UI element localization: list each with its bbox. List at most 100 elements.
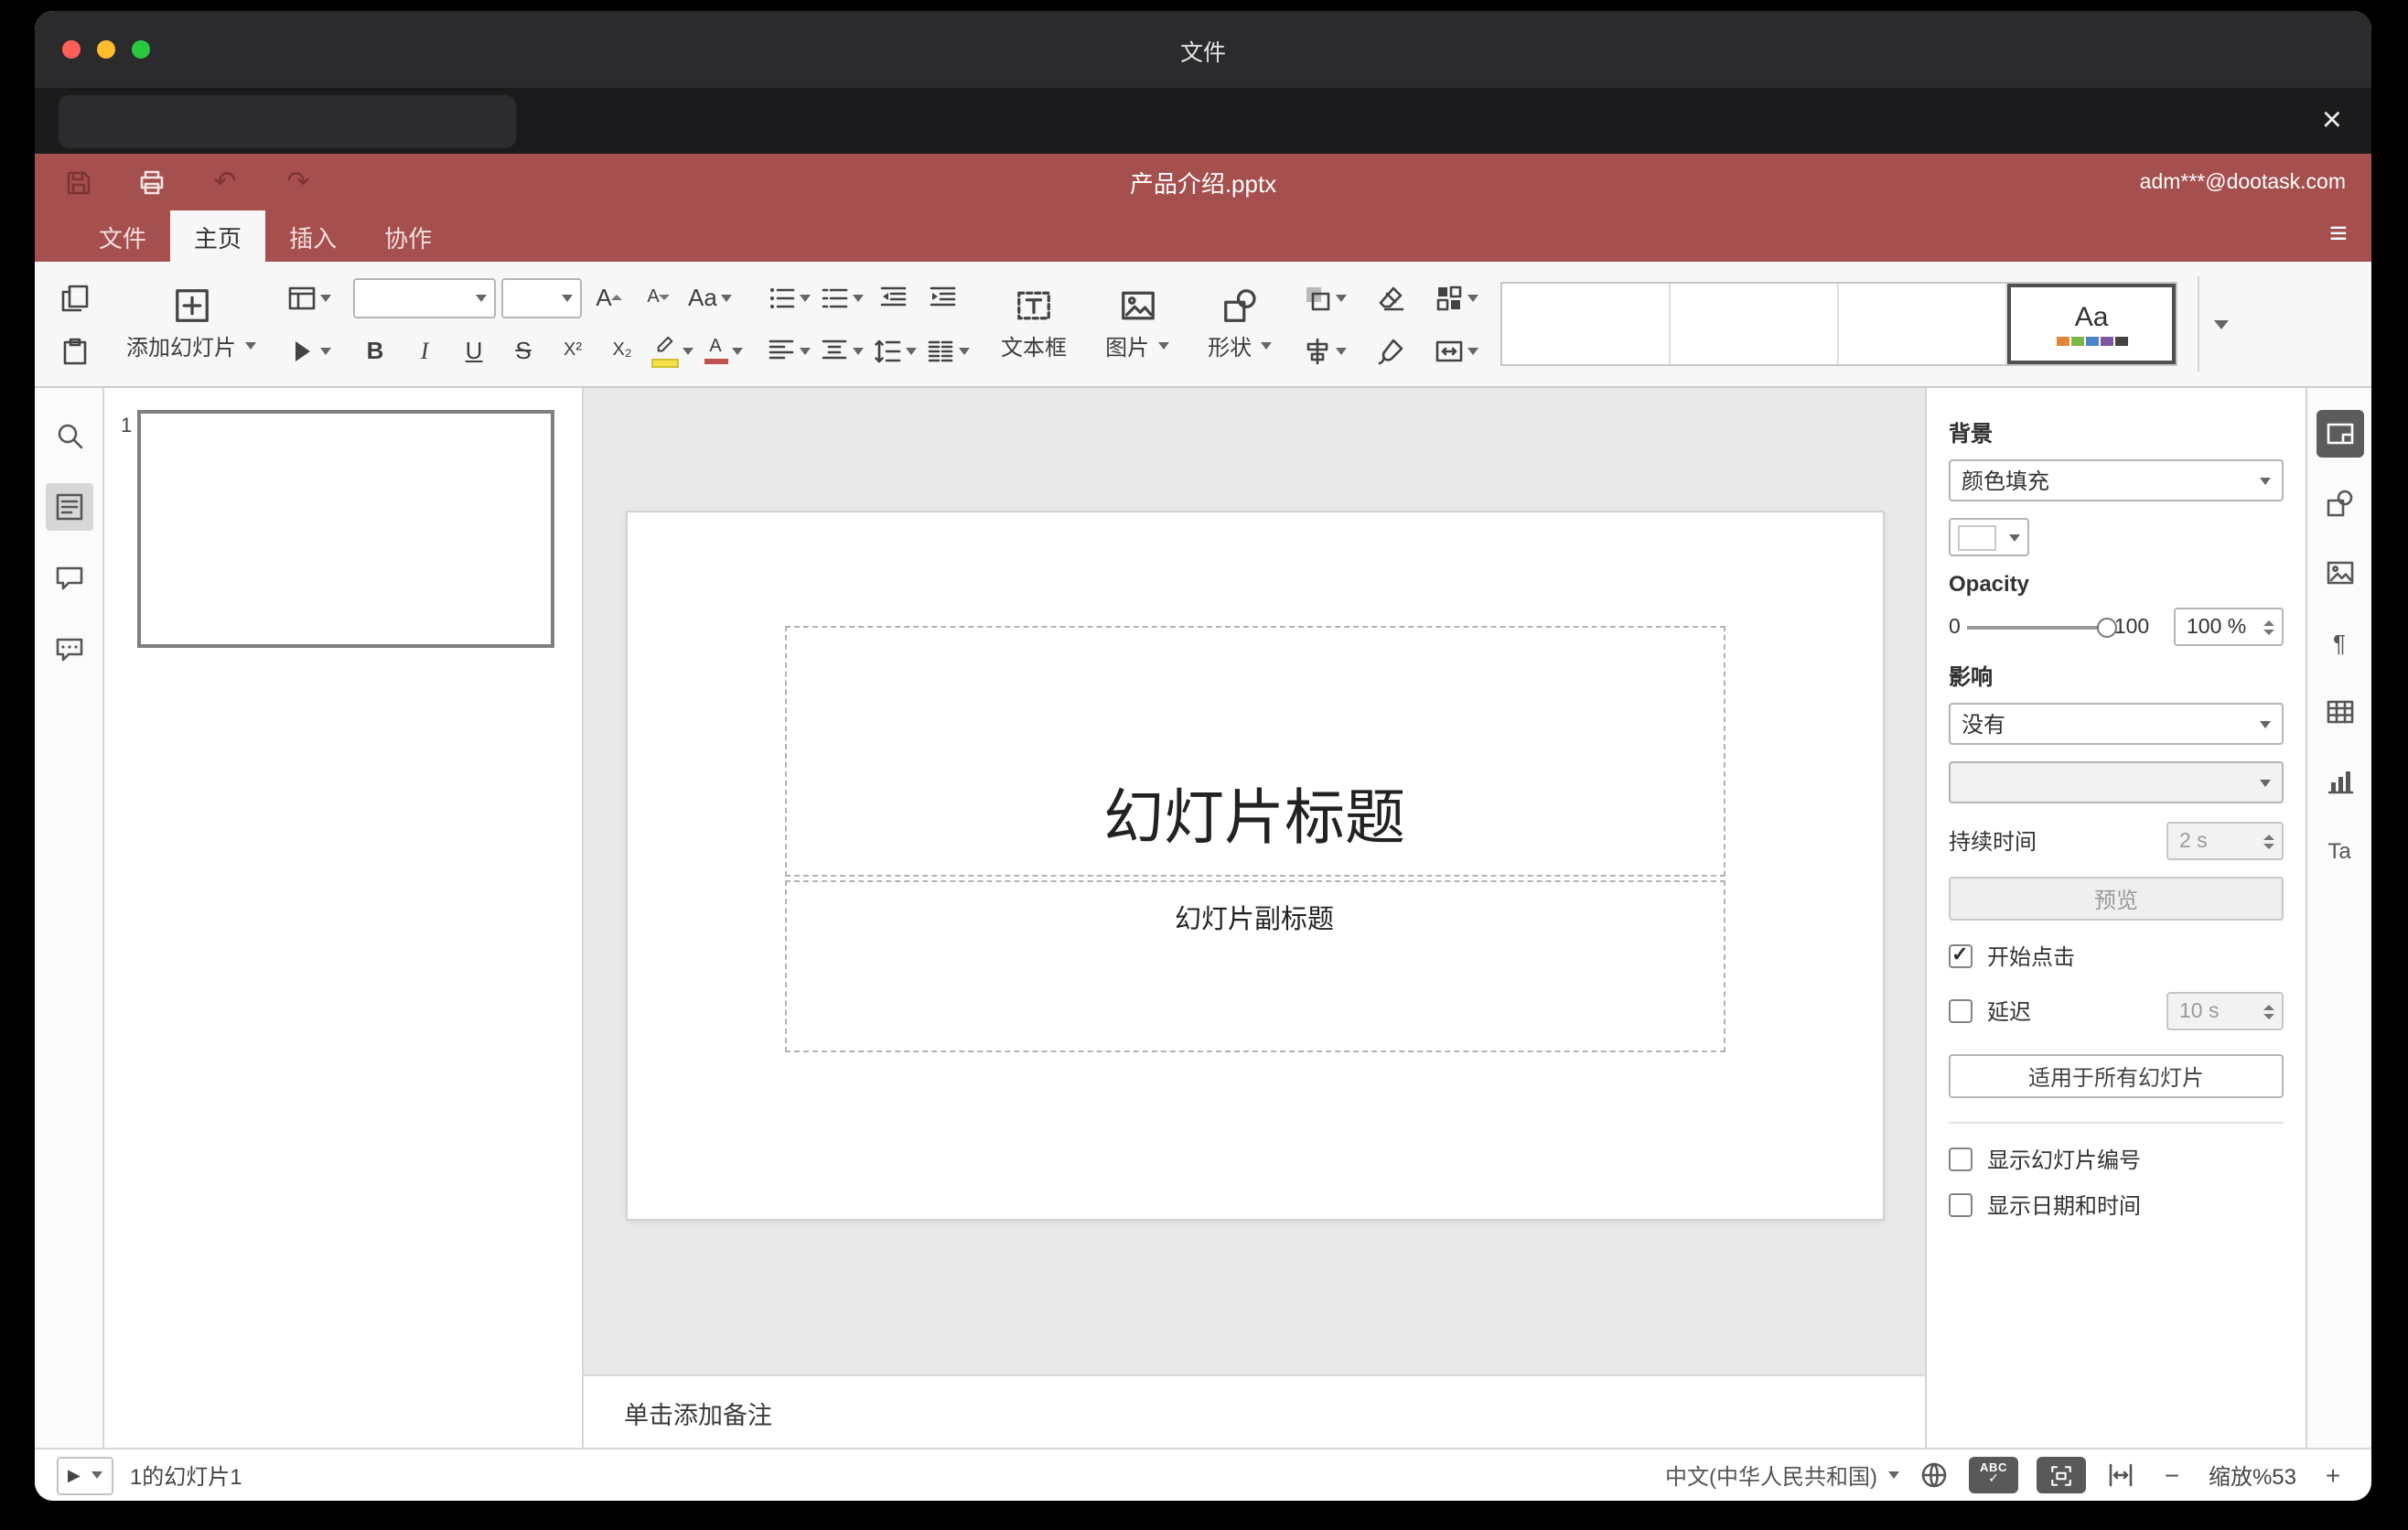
spinner-arrows[interactable] [2263, 620, 2274, 634]
effect-section-label: 影响 [1949, 664, 1994, 690]
fullscreen-window-button[interactable] [132, 40, 150, 59]
comments-button[interactable] [45, 555, 92, 602]
menu-icon[interactable]: ≡ [2329, 218, 2348, 249]
save-button[interactable] [60, 164, 97, 200]
tab-file[interactable]: 文件 [75, 210, 170, 262]
decrease-indent-button[interactable] [871, 276, 915, 318]
chat-button[interactable] [45, 626, 92, 673]
highlight-color-button[interactable] [650, 329, 695, 372]
paragraph-settings-button[interactable]: ¶ [2316, 619, 2363, 666]
numbering-button[interactable] [818, 276, 865, 318]
table-settings-button[interactable] [2316, 688, 2363, 736]
close-window-button[interactable] [62, 40, 81, 59]
underline-button[interactable]: U [452, 329, 496, 372]
decrease-font-button[interactable]: A [637, 276, 681, 318]
textart-settings-button[interactable]: Ta [2316, 827, 2363, 875]
shape-settings-button[interactable] [2316, 479, 2363, 527]
print-button[interactable] [134, 164, 170, 200]
effect-select[interactable]: 没有 [1949, 703, 2284, 745]
slide-indicator: 1的幻灯片1 [129, 1463, 242, 1489]
delay-checkbox[interactable] [1949, 999, 1973, 1023]
subscript-button[interactable]: X₂ [600, 329, 644, 372]
copy-button[interactable] [53, 276, 97, 318]
font-color-button[interactable]: A [701, 329, 745, 372]
background-section-label: 背景 [1949, 421, 1994, 447]
start-on-click-checkbox[interactable] [1949, 942, 1973, 968]
increase-indent-button[interactable] [920, 276, 964, 318]
show-slide-number-checkbox[interactable] [1949, 1148, 1973, 1171]
show-date-time-checkbox[interactable] [1949, 1193, 1973, 1217]
undo-button[interactable]: ↶ [207, 164, 243, 200]
add-slide-button[interactable]: 添加幻灯片 [117, 273, 265, 375]
clear-style-button[interactable] [1369, 276, 1413, 318]
slide-thumbnail[interactable] [137, 410, 554, 648]
font-name-select[interactable] [353, 277, 497, 318]
align-shapes-button[interactable] [1301, 329, 1349, 372]
close-icon[interactable]: × [2322, 103, 2342, 138]
paste-button[interactable] [53, 329, 97, 372]
insert-picture-button[interactable]: 图片 [1096, 273, 1178, 375]
show-date-time-row: 显示日期和时间 [1949, 1190, 2284, 1221]
tab-insert[interactable]: 插入 [265, 210, 360, 262]
image-settings-button[interactable] [2316, 549, 2363, 597]
divider [1949, 1122, 2284, 1124]
bullets-button[interactable] [765, 276, 812, 318]
insert-shape-button[interactable]: 形状 [1199, 273, 1281, 375]
theme-option-3[interactable] [1839, 284, 2008, 364]
theme-option-2[interactable] [1671, 284, 1840, 364]
change-case-button[interactable]: Aa [686, 276, 734, 318]
start-slideshow-button[interactable] [285, 329, 333, 372]
slide[interactable]: 幻灯片标题 幻灯片副标题 [627, 512, 1882, 1219]
font-size-select[interactable] [501, 277, 583, 318]
slider-knob[interactable] [2097, 617, 2118, 637]
slide-subtitle-placeholder[interactable]: 幻灯片副标题 [784, 880, 1725, 1052]
slide-title-placeholder[interactable]: 幻灯片标题 [784, 626, 1725, 877]
theme-gallery: Aa [1500, 282, 2178, 366]
increase-font-button[interactable]: A [587, 276, 631, 318]
set-language-button[interactable] [1918, 1460, 1951, 1490]
fit-width-button[interactable] [2104, 1460, 2137, 1490]
search-button[interactable] [45, 412, 92, 459]
vertical-align-button[interactable] [818, 329, 865, 372]
arrange-shapes-button[interactable] [1301, 276, 1349, 318]
minimize-window-button[interactable] [97, 40, 115, 59]
copy-style-button[interactable] [1369, 329, 1413, 372]
opacity-slider[interactable] [1967, 617, 2118, 637]
bold-button[interactable]: B [353, 329, 397, 372]
background-fill-select[interactable]: 颜色填充 [1949, 459, 2284, 501]
strikeout-button[interactable]: S [501, 329, 545, 372]
save-icon [64, 167, 93, 197]
chart-settings-button[interactable] [2316, 758, 2363, 805]
horizontal-align-button[interactable] [765, 329, 812, 372]
color-scheme-button[interactable] [1433, 276, 1480, 318]
change-layout-button[interactable] [285, 276, 333, 318]
tab-home[interactable]: 主页 [170, 210, 266, 262]
arrow-up-icon [611, 295, 623, 300]
redo-button[interactable]: ↷ [280, 164, 317, 200]
tab-collaboration[interactable]: 协作 [360, 210, 456, 262]
opacity-section-label: Opacity [1949, 571, 2030, 597]
start-slideshow-status-button[interactable]: ▶ [57, 1456, 113, 1494]
spellcheck-button[interactable]: ABC ✓ [1969, 1457, 2018, 1493]
zoom-in-button[interactable]: + [2317, 1460, 2349, 1490]
line-spacing-button[interactable] [871, 329, 919, 372]
slides-panel-button[interactable] [45, 483, 92, 531]
language-selector[interactable]: 中文(中华人民共和国) [1665, 1460, 1899, 1491]
opacity-value-input[interactable]: 100 % [2174, 608, 2284, 646]
duration-input: 2 s [2166, 822, 2284, 860]
chevron-down-icon [906, 347, 918, 354]
notes-area[interactable]: 单击添加备注 [584, 1374, 1925, 1448]
background-color-picker[interactable] [1949, 518, 2029, 556]
superscript-button[interactable]: X² [551, 329, 595, 372]
italic-button[interactable]: I [403, 329, 446, 372]
theme-gallery-expand-button[interactable] [2198, 276, 2240, 372]
insert-textbox-button[interactable]: 文本框 [992, 273, 1076, 375]
columns-button[interactable] [924, 329, 972, 372]
zoom-out-button[interactable]: − [2155, 1460, 2188, 1490]
apply-to-all-button[interactable]: 适用于所有幻灯片 [1949, 1054, 2284, 1098]
theme-option-1[interactable] [1502, 284, 1672, 364]
slide-settings-button[interactable] [2316, 410, 2363, 458]
theme-option-selected[interactable]: Aa [2007, 284, 2177, 364]
fit-slide-button[interactable] [2037, 1457, 2086, 1493]
slide-size-button[interactable] [1433, 329, 1480, 372]
